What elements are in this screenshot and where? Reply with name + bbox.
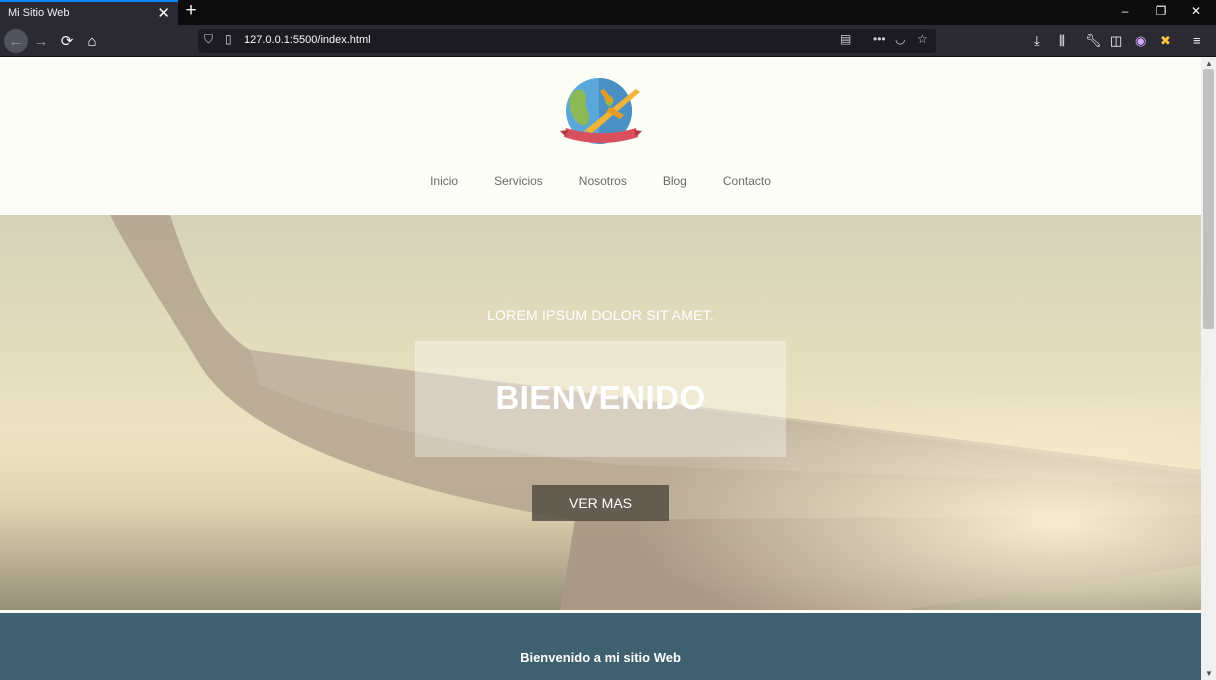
welcome-section: Bienvenido a mi sitio Web xyxy=(0,613,1201,680)
hero-title-box: BIENVENIDO xyxy=(415,341,786,457)
close-tab-icon[interactable]: ✕ xyxy=(157,4,170,22)
page-icon[interactable]: ▯ xyxy=(225,32,232,46)
ver-mas-button[interactable]: VER MAS xyxy=(532,485,669,521)
reader-view-icon[interactable]: ▤ xyxy=(840,32,851,46)
back-icon[interactable]: ← xyxy=(4,29,28,53)
url-text[interactable]: 127.0.0.1:5500/index.html xyxy=(244,34,371,46)
browser-toolbar: ← → ⟳ ⌂ ⛉ ▯ 127.0.0.1:5500/index.html ▤ … xyxy=(0,25,1216,57)
download-icon[interactable]: ⤓ xyxy=(1034,33,1040,49)
hero-section: LOREM IPSUM DOLOR SIT AMET. BIENVENIDO V… xyxy=(0,215,1201,610)
hero-subtitle: LOREM IPSUM DOLOR SIT AMET. xyxy=(487,307,714,323)
home-icon[interactable]: ⌂ xyxy=(80,29,104,53)
extension-icon[interactable]: ✖ xyxy=(1160,33,1171,49)
account-icon[interactable]: ◉ xyxy=(1135,33,1146,49)
scroll-up-arrow-icon[interactable]: ▲ xyxy=(1205,59,1213,68)
bookmark-star-icon[interactable]: ☆ xyxy=(917,32,928,46)
globe-airplane-logo[interactable] xyxy=(558,73,644,155)
page-scrollbar[interactable]: ▲ ▼ xyxy=(1201,57,1216,680)
minimize-button[interactable]: – xyxy=(1113,4,1137,18)
new-tab-button[interactable]: + xyxy=(182,0,200,22)
scroll-down-arrow-icon[interactable]: ▼ xyxy=(1205,669,1213,678)
welcome-heading: Bienvenido a mi sitio Web xyxy=(520,650,681,665)
window-close-button[interactable]: ✕ xyxy=(1184,4,1208,18)
shield-icon[interactable]: ⛉ xyxy=(204,32,213,47)
site-header: Inicio Servicios Nosotros Blog Contacto xyxy=(0,57,1201,215)
menu-icon[interactable]: ≡ xyxy=(1193,33,1201,48)
nav-link-nosotros[interactable]: Nosotros xyxy=(561,174,645,188)
reload-icon[interactable]: ⟳ xyxy=(55,29,79,53)
pocket-icon[interactable]: ◡ xyxy=(895,32,905,46)
active-tab[interactable]: Mi Sitio Web ✕ xyxy=(0,0,178,25)
nav-link-blog[interactable]: Blog xyxy=(645,174,705,188)
wrench-icon[interactable]: 🔧︎ xyxy=(1085,33,1102,49)
page-viewport: Inicio Servicios Nosotros Blog Contacto xyxy=(0,57,1201,680)
more-icon[interactable]: ••• xyxy=(873,32,886,46)
address-bar[interactable]: ⛉ ▯ 127.0.0.1:5500/index.html ▤ ••• ◡ ☆ xyxy=(198,29,936,53)
library-icon[interactable]: ⫼ xyxy=(1059,33,1065,49)
tab-strip: Mi Sitio Web ✕ + – ❐ ✕ xyxy=(0,0,1216,25)
tab-title: Mi Sitio Web xyxy=(8,7,70,19)
restore-button[interactable]: ❐ xyxy=(1149,4,1173,18)
nav-link-servicios[interactable]: Servicios xyxy=(476,174,561,188)
sidebar-icon[interactable]: ◫ xyxy=(1110,33,1122,49)
scroll-thumb[interactable] xyxy=(1203,69,1214,329)
hero-title: BIENVENIDO xyxy=(495,379,706,416)
forward-icon[interactable]: → xyxy=(29,29,53,53)
site-nav: Inicio Servicios Nosotros Blog Contacto xyxy=(0,174,1201,188)
nav-link-inicio[interactable]: Inicio xyxy=(412,174,476,188)
nav-link-contacto[interactable]: Contacto xyxy=(705,174,789,188)
